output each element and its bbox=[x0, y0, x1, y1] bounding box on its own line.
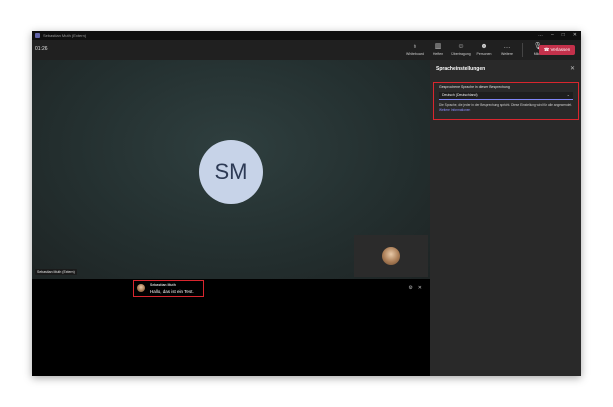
speaker-avatar bbox=[137, 284, 145, 292]
share-label: Übertragung bbox=[451, 52, 471, 56]
spoken-language-dropdown[interactable]: Deutsch (Deutschland) ⌄ bbox=[439, 92, 573, 100]
share-button[interactable]: ☺ Übertragung bbox=[451, 43, 471, 57]
video-stage: SM Sebastian Muth (Extern) bbox=[32, 60, 430, 279]
people-button[interactable]: ☻ Personen bbox=[474, 43, 494, 57]
spoken-language-label: Gesprochene Sprache in dieser Besprechun… bbox=[439, 85, 510, 89]
participant-name-tag: Sebastian Muth (Extern) bbox=[35, 269, 77, 275]
whiteboard-icon: ♁ bbox=[412, 43, 418, 50]
language-settings-panel: Spracheinstellungen ✕ Gesprochene Sprach… bbox=[430, 60, 581, 376]
spoken-language-section: Gesprochene Sprache in dieser Besprechun… bbox=[433, 82, 579, 120]
caption-speaker: Sebastian Muth bbox=[150, 283, 176, 287]
more-info-link[interactable]: Weitere Informationen bbox=[439, 108, 470, 112]
reactions-icon: ☺ bbox=[457, 43, 465, 50]
leave-button[interactable]: ☎ Verlassen bbox=[539, 45, 575, 55]
whiteboard-button[interactable]: ♁ Whiteboard bbox=[405, 43, 425, 57]
caption-settings-icon[interactable]: ⚙ bbox=[408, 285, 412, 291]
more-icon: … bbox=[503, 43, 511, 50]
language-description: Die Sprache, die jeder in der Besprechun… bbox=[439, 103, 575, 112]
live-captions-area: Sebastian Muth Hallo, das ist ein Test. … bbox=[32, 279, 430, 376]
self-video-tile bbox=[354, 235, 428, 277]
window-title: Sebastian Muth (Extern) bbox=[43, 33, 87, 38]
phone-hangup-icon: ☎ bbox=[543, 47, 551, 52]
caption-text: Hallo, das ist ein Test. bbox=[150, 289, 194, 294]
teams-meeting-window: Sebastian Muth (Extern) … – □ ✕ 01:26 ♁ … bbox=[32, 31, 581, 376]
self-avatar bbox=[382, 247, 400, 265]
close-window-icon[interactable]: ✕ bbox=[573, 32, 577, 39]
meeting-tools: ♁ Whiteboard ▥ Heften ☺ Übertragung ☻ Pe… bbox=[405, 43, 548, 57]
layout-icon: ▥ bbox=[434, 43, 442, 50]
more-button[interactable]: … Weitere bbox=[497, 43, 517, 57]
maximize-icon[interactable]: □ bbox=[562, 32, 565, 39]
teams-logo-icon bbox=[35, 33, 40, 38]
toolbar-divider bbox=[522, 43, 523, 57]
more-label: Weitere bbox=[501, 52, 513, 56]
people-label: Personen bbox=[476, 52, 492, 56]
window-controls: … – □ ✕ bbox=[538, 32, 577, 39]
caption-bubble: Sebastian Muth Hallo, das ist ein Test. bbox=[133, 280, 204, 297]
selected-language: Deutsch (Deutschland) bbox=[442, 93, 478, 97]
layout-button[interactable]: ▥ Heften bbox=[428, 43, 448, 57]
meeting-toolbar: 01:26 ♁ Whiteboard ▥ Heften ☺ Übertragun… bbox=[32, 40, 581, 60]
people-icon: ☻ bbox=[480, 43, 488, 50]
caption-controls: ⚙ ✕ bbox=[408, 285, 422, 291]
panel-close-icon[interactable]: ✕ bbox=[570, 65, 575, 72]
caption-close-icon[interactable]: ✕ bbox=[418, 285, 422, 291]
minimize-icon[interactable]: – bbox=[551, 32, 554, 39]
whiteboard-label: Whiteboard bbox=[406, 52, 424, 56]
panel-title: Spracheinstellungen bbox=[436, 66, 486, 72]
layout-label: Heften bbox=[432, 52, 444, 56]
meeting-timer: 01:26 bbox=[35, 46, 48, 52]
chevron-down-icon: ⌄ bbox=[566, 92, 570, 97]
title-bar: Sebastian Muth (Extern) … – □ ✕ bbox=[32, 31, 581, 40]
leave-label: Verlassen bbox=[550, 47, 571, 52]
language-description-text: Die Sprache, die jeder in der Besprechun… bbox=[439, 103, 573, 107]
participant-avatar: SM bbox=[199, 140, 263, 204]
more-window-icon[interactable]: … bbox=[538, 32, 543, 39]
